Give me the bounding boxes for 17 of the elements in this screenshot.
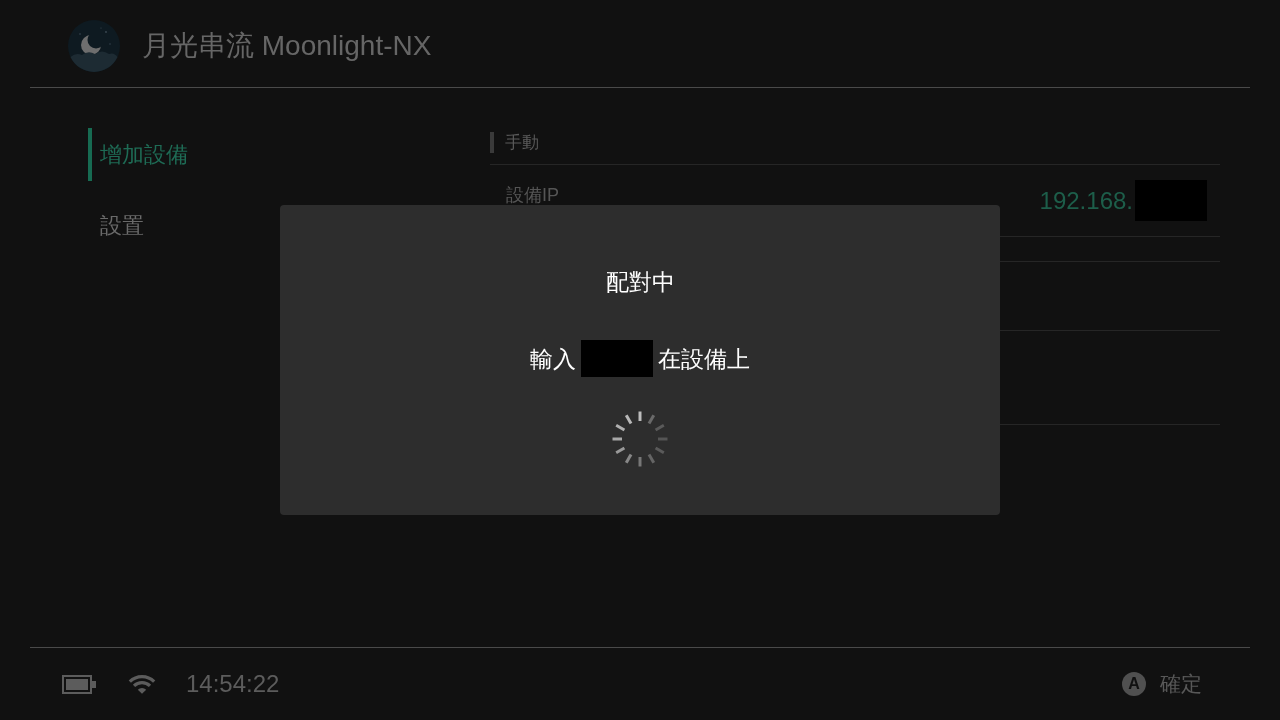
app-title: 月光串流 Moonlight-NX — [142, 30, 432, 62]
wifi-icon — [128, 673, 156, 695]
dialog-message: 在設備上 — [658, 345, 750, 372]
moon-logo-icon — [68, 20, 120, 72]
dialog-title: 配對中 — [605, 269, 675, 295]
sidebar-item[interactable]: 增加設備 — [88, 128, 194, 181]
redacted-block — [581, 340, 653, 377]
battery-icon — [62, 674, 96, 694]
confirm-button[interactable]: A 確定 — [1122, 672, 1202, 696]
sidebar-item[interactable]: 設置 — [88, 199, 150, 252]
a-key-glyph: A — [1122, 672, 1146, 696]
clock-text: 14:54:22 — [186, 670, 280, 698]
loading-spinner-icon — [611, 410, 669, 468]
ip-address-value[interactable]: 192.168. — [1039, 186, 1133, 215]
dialog-message: 輸入 — [530, 345, 576, 372]
setting-label: 設備IP — [506, 186, 559, 204]
section-heading: 手動 — [490, 132, 543, 153]
